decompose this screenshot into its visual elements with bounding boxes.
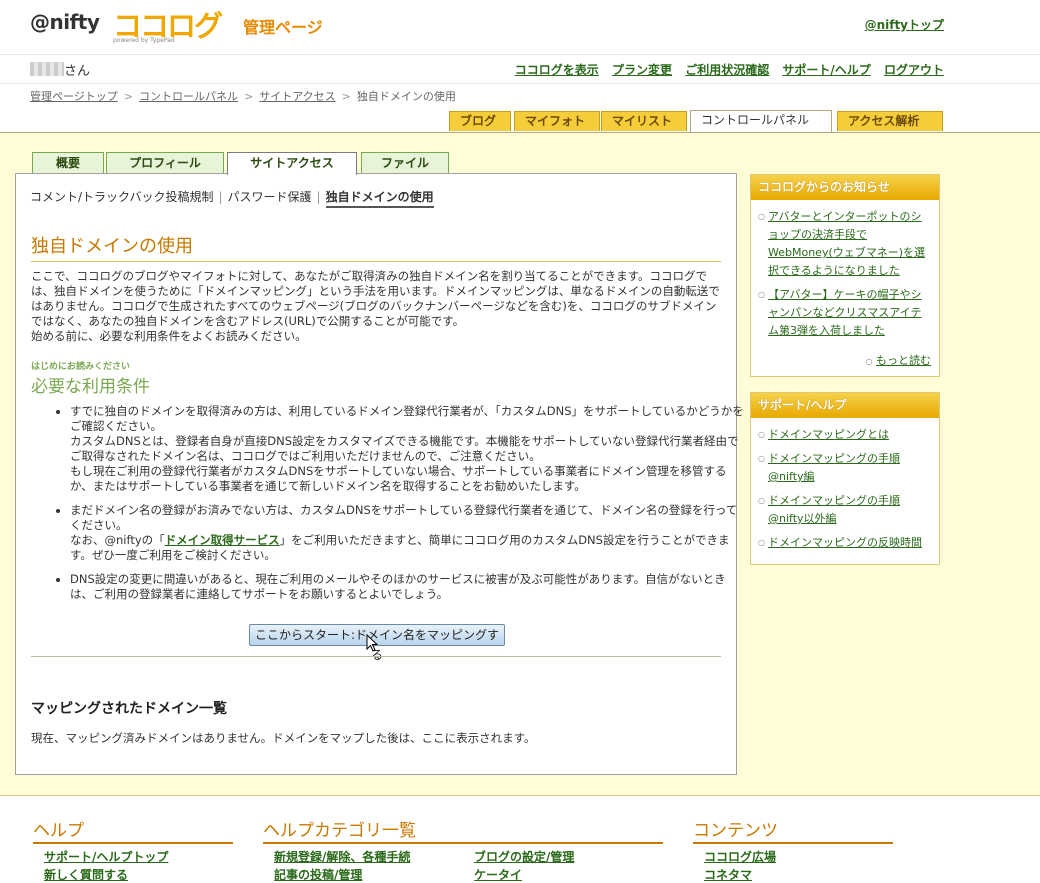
breadcrumb-control-panel[interactable]: コントロールパネル — [139, 90, 238, 103]
support-list: ドメインマッピングとは ドメインマッピングの手順 @nifty編 ドメインマッピ… — [751, 418, 939, 564]
footer-cat-link[interactable]: 記事の投稿/管理 — [274, 866, 362, 883]
plan-change-link[interactable]: プラン変更 — [612, 63, 672, 77]
subnav-custom-domain: 独自ドメインの使用 — [325, 190, 434, 208]
view-blog-link[interactable]: ココログを表示 — [515, 63, 599, 77]
footer-cat-link[interactable]: ケータイ — [474, 866, 522, 883]
requirement-item: DNS設定の変更に間違いがあると、現在ご利用のメールやそのほかのサービスに被害が… — [70, 572, 746, 602]
user-links: ココログを表示 プラン変更 ご利用状況確認 サポート/ヘルプ ログアウト — [506, 61, 944, 78]
req1-advice: もし現在ご利用の登録代行業者がカスタムDNSをサポートしていない場合、サポートし… — [70, 464, 727, 493]
news-title: ココログからのお知らせ — [751, 175, 939, 200]
news-link[interactable]: アバターとインターポットのショップの決済手段でWebMoney(ウェブマネー)を… — [768, 210, 925, 277]
tab-blog[interactable]: ブログ — [449, 111, 511, 131]
tab-access-analysis[interactable]: アクセス解析 — [837, 111, 943, 131]
news-link[interactable]: 【アバター】ケーキの帽子やシャンパンなどクリスマスアイテム第3弾を入荷しました — [768, 288, 922, 337]
support-link[interactable]: ドメインマッピングの反映時間 — [768, 536, 922, 549]
footer-content-link[interactable]: コネタマ — [704, 866, 752, 883]
site-header: @nifty ココログ powered by TypePad 管理ページ @ni… — [0, 0, 1040, 55]
breadcrumb-separator: > — [341, 90, 351, 103]
req3-text: DNS設定の変更に間違いがあると、現在ご利用のメールやそのほかのサービスに被害が… — [70, 572, 726, 601]
user-honorific: さん — [64, 64, 91, 79]
sub-nav: コメント/トラックバック投稿規制 | パスワード保護 | 独自ドメインの使用 — [30, 188, 434, 208]
support-link[interactable]: ドメインマッピングの手順 @nifty以外編 — [768, 494, 900, 525]
footer-new-question-link[interactable]: 新しく質問する — [44, 866, 128, 883]
typepad-credit: powered by TypePad — [113, 37, 175, 44]
requirement-item: まだドメイン名の登録がお済みでない方は、カスタムDNSをサポートしている登録代行… — [70, 503, 746, 563]
user-bar: さん ココログを表示 プラン変更 ご利用状況確認 サポート/ヘルプ ログアウト — [0, 54, 1040, 84]
footer-categories-title: ヘルプカテゴリ一覧 — [263, 816, 663, 844]
main-panel: コメント/トラックバック投稿規制 | パスワード保護 | 独自ドメインの使用 独自ドメイ… — [15, 173, 744, 775]
requirement-item: すでに独自のドメインを取得済みの方は、利用しているドメイン登録代行業者が、「カス… — [70, 404, 746, 494]
req2-pre: なお、@niftyの「 — [70, 533, 165, 547]
section-divider — [31, 656, 721, 657]
username-blurred — [30, 62, 64, 76]
read-more: ○ もっと読む — [751, 352, 939, 376]
usage-status-link[interactable]: ご利用状況確認 — [685, 63, 769, 77]
requirements-list: すでに独自のドメインを取得済みの方は、利用しているドメイン登録代行業者が、「カス… — [48, 404, 746, 611]
subtab-site-access[interactable]: サイトアクセス — [227, 152, 357, 175]
subtab-profile[interactable]: プロフィール — [106, 152, 224, 174]
intro-text: ここで、ココログのブログやマイフォトに対して、あなたがご取得済みの独自ドメイン名… — [31, 269, 723, 344]
footer-support-top-link[interactable]: サポート/ヘルプトップ — [44, 848, 168, 865]
breadcrumb-current: 独自ドメインの使用 — [356, 90, 456, 103]
intro-note: 始める前に、必要な利用条件をよくお読みください。 — [31, 329, 307, 343]
intro-paragraph: ここで、ココログのブログやマイフォトに対して、あなたがご取得済みの独自ドメイン名… — [31, 269, 720, 328]
footer-cat-link[interactable]: ブログの設定/管理 — [474, 848, 574, 865]
footer-help: ヘルプ サポート/ヘルプトップ 新しく質問する — [33, 816, 233, 882]
footer-categories: ヘルプカテゴリ一覧 新規登録/解除、各種手続 記事の投稿/管理 ブログの設定/管… — [263, 816, 663, 882]
news-item: 【アバター】ケーキの帽子やシャンパンなどクリスマスアイテム第3弾を入荷しました — [758, 286, 931, 340]
req1-text: すでに独自のドメインを取得済みの方は、利用しているドメイン登録代行業者が、「カス… — [70, 404, 744, 433]
breadcrumb-admin-top[interactable]: 管理ページトップ — [30, 90, 118, 103]
support-title: サポート/ヘルプ — [751, 393, 939, 418]
subtab-overview[interactable]: 概要 — [32, 152, 104, 174]
tab-control-panel[interactable]: コントロールパネル — [690, 110, 832, 132]
read-first-kicker: はじめにお読みください — [31, 362, 131, 372]
domain-service-link[interactable]: ドメイン取得サービス — [165, 533, 280, 547]
footer-contents: コンテンツ ココログ広場 コネタマ — [693, 816, 893, 882]
breadcrumb-separator: > — [123, 90, 133, 103]
subnav-password[interactable]: パスワード保護 — [228, 190, 312, 204]
news-item: アバターとインターポットのショップの決済手段でWebMoney(ウェブマネー)を… — [758, 208, 931, 280]
page-title: 独自ドメインの使用 — [31, 232, 721, 262]
support-item: ドメインマッピングの手順 @nifty以外編 — [758, 492, 931, 528]
breadcrumb: 管理ページトップ > コントロールパネル > サイトアクセス > 独自ドメインの使用 — [30, 88, 456, 104]
support-box: サポート/ヘルプ ドメインマッピングとは ドメインマッピングの手順 @nifty… — [750, 392, 940, 565]
admin-title: 管理ページ — [243, 18, 323, 37]
requirements-title: 必要な利用条件 — [31, 377, 150, 397]
support-item: ドメインマッピングの手順 @nifty編 — [758, 450, 931, 486]
tab-my-list[interactable]: マイリスト — [601, 111, 687, 131]
footer-cat-link[interactable]: 新規登録/解除、各種手続 — [274, 848, 410, 865]
logout-link[interactable]: ログアウト — [884, 63, 944, 77]
subnav-comment-trackback[interactable]: コメント/トラックバック投稿規制 — [30, 190, 213, 204]
nifty-logo[interactable]: @nifty — [30, 10, 100, 34]
req2-text: まだドメイン名の登録がお済みでない方は、カスタムDNSをサポートしている登録代行… — [70, 503, 738, 532]
read-more-link[interactable]: もっと読む — [876, 354, 931, 367]
support-link[interactable]: ドメインマッピングとは — [768, 428, 889, 441]
mapped-domains-title: マッピングされたドメイン一覧 — [31, 701, 227, 717]
subtab-files[interactable]: ファイル — [361, 152, 449, 174]
news-list: アバターとインターポットのショップの決済手段でWebMoney(ウェブマネー)を… — [751, 200, 939, 352]
footer-help-title: ヘルプ — [33, 816, 233, 844]
footer: ヘルプ サポート/ヘルプトップ 新しく質問する ヘルプカテゴリ一覧 新規登録/解… — [0, 795, 1040, 882]
req1-detail: カスタムDNSとは、登録者自身が直接DNS設定をカスタマイズできる機能です。本機… — [70, 434, 739, 463]
breadcrumb-site-access[interactable]: サイトアクセス — [259, 90, 335, 103]
mouse-cursor-icon — [366, 634, 378, 652]
support-item: ドメインマッピングとは — [758, 426, 931, 444]
footer-contents-title: コンテンツ — [693, 816, 893, 844]
breadcrumb-separator: > — [244, 90, 254, 103]
tab-my-photo[interactable]: マイフォト — [514, 111, 600, 131]
footer-content-link[interactable]: ココログ広場 — [704, 848, 776, 865]
news-box: ココログからのお知らせ アバターとインターポットのショップの決済手段でWebMo… — [750, 174, 940, 377]
mapped-domains-empty: 現在、マッピング済みドメインはありません。ドメインをマップした後は、ここに表示さ… — [31, 731, 536, 745]
support-item: ドメインマッピングの反映時間 — [758, 534, 931, 552]
nifty-top-link[interactable]: @niftyトップ — [865, 16, 944, 33]
support-help-link[interactable]: サポート/ヘルプ — [782, 63, 870, 77]
subnav-separator: | — [316, 190, 321, 204]
subnav-separator: | — [218, 190, 223, 204]
main-tabs: ブログ マイフォト マイリスト コントロールパネル アクセス解析 — [0, 108, 1040, 133]
support-link[interactable]: ドメインマッピングの手順 @nifty編 — [768, 452, 900, 483]
bullet-icon: ○ — [865, 357, 873, 366]
